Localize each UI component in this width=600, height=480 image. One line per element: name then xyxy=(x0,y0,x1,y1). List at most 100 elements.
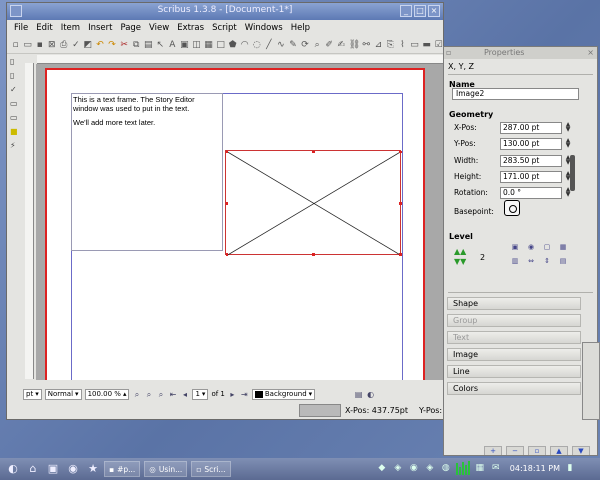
unlink-frames-icon[interactable]: ⚯ xyxy=(362,40,371,50)
vertical-ruler[interactable] xyxy=(25,63,34,379)
menu-help[interactable]: Help xyxy=(290,23,311,33)
table-icon[interactable]: ▦ xyxy=(204,40,213,50)
browser-icon[interactable]: ◉ xyxy=(66,462,80,476)
menu-item[interactable]: Item xyxy=(60,23,81,33)
link-icon[interactable]: ⚡ xyxy=(10,141,19,150)
rotate-icon[interactable]: ⟳ xyxy=(301,40,310,50)
lock-icon[interactable]: ▣ xyxy=(510,242,520,252)
page-icon[interactable]: ▫ xyxy=(528,446,546,455)
close-doc-icon[interactable]: ⊠ xyxy=(47,40,56,50)
tray-icon-1[interactable]: ◆ xyxy=(376,461,388,475)
document-page[interactable]: This is a text frame. The Story Editor w… xyxy=(45,68,425,380)
page-number-select[interactable]: 1 ▾ xyxy=(192,388,209,400)
terminal-icon[interactable]: ▣ xyxy=(46,462,60,476)
background-window[interactable] xyxy=(582,342,600,420)
mail-icon[interactable]: ✉ xyxy=(490,461,502,475)
rotation-spinner[interactable]: ▲ ▼ xyxy=(564,187,572,199)
size-lock-icon[interactable]: ▥ xyxy=(510,256,520,266)
pdf-checkbox-icon[interactable]: ☑ xyxy=(434,40,443,50)
edit-text-icon[interactable]: ✍ xyxy=(337,40,346,50)
grid-icon[interactable]: ▦ xyxy=(558,242,568,252)
horizontal-ruler[interactable] xyxy=(37,55,443,64)
pdf-text-field-icon[interactable]: ▬ xyxy=(422,40,431,50)
document-canvas[interactable]: This is a text frame. The Story Editor w… xyxy=(36,64,443,380)
pdf-export-icon[interactable]: ◩ xyxy=(83,40,93,50)
task-button-1[interactable]: ▪ #p... xyxy=(104,461,141,477)
tab-xyz[interactable]: X, Y, Z xyxy=(448,62,474,71)
text-frame-icon[interactable]: A xyxy=(168,40,177,50)
unit-select[interactable]: pt ▾ xyxy=(23,388,42,400)
undo-icon[interactable]: ↶ xyxy=(95,40,104,50)
zoom-in-icon[interactable]: ⌕ xyxy=(156,390,165,399)
ypos-input[interactable]: 130.00 pt xyxy=(500,138,562,150)
menu-file[interactable]: File xyxy=(13,23,29,33)
measure-icon[interactable]: ⊿ xyxy=(374,40,383,50)
bezier-icon[interactable]: ∿ xyxy=(276,40,285,50)
tray-icon-2[interactable]: ◈ xyxy=(392,461,404,475)
rotation-input[interactable]: 0.0 ° xyxy=(500,187,562,199)
flip-horizontal-icon[interactable]: ⇔ xyxy=(526,256,536,266)
copy-properties-icon[interactable]: ⎘ xyxy=(386,40,395,50)
zoom-out-icon[interactable]: ⌕ xyxy=(132,390,141,399)
section-colors[interactable]: Colors xyxy=(447,382,581,395)
menu-script[interactable]: Script xyxy=(211,23,238,33)
new-document-icon[interactable]: ▫ xyxy=(11,40,20,50)
keep-ratio-chain-icon[interactable] xyxy=(570,155,575,191)
task-button-2[interactable]: ◎ Usin... xyxy=(144,461,188,477)
arc-icon[interactable]: ◠ xyxy=(240,40,249,50)
spiral-icon[interactable]: ◌ xyxy=(252,40,261,50)
name-input[interactable]: Image2 xyxy=(452,88,579,100)
network-icon[interactable]: ▦ xyxy=(474,461,486,475)
zoom-100-icon[interactable]: ⌕ xyxy=(144,390,153,399)
zoom-field[interactable]: 100.00 % ▴ xyxy=(84,388,130,400)
palette-close-icon[interactable]: × xyxy=(587,47,594,59)
freehand-icon[interactable]: ✎ xyxy=(288,40,297,50)
select-icon[interactable]: ↖ xyxy=(156,40,165,50)
checkmark-icon[interactable]: ✓ xyxy=(10,85,19,94)
menu-insert[interactable]: Insert xyxy=(87,23,113,33)
link-frames-icon[interactable]: ⛓ xyxy=(349,40,360,50)
note-icon[interactable]: ■ xyxy=(10,127,19,136)
basepoint-icon[interactable] xyxy=(504,200,520,216)
frame-icon[interactable]: ▢ xyxy=(542,242,552,252)
clock[interactable]: 04:18:11 PM xyxy=(510,464,560,473)
home-icon[interactable]: ⌂ xyxy=(26,462,40,476)
zoom-icon[interactable]: ⌕ xyxy=(313,40,322,50)
image-frame-selected[interactable] xyxy=(225,150,402,256)
menu-view[interactable]: View xyxy=(148,23,170,33)
start-menu-icon[interactable]: ◐ xyxy=(6,462,20,476)
menu-edit[interactable]: Edit xyxy=(35,23,53,33)
preflight-icon[interactable]: ✓ xyxy=(71,40,80,50)
battery-icon[interactable]: ▮ xyxy=(564,461,576,475)
section-group[interactable]: Group xyxy=(447,314,581,327)
ypos-spinner[interactable]: ▲ ▼ xyxy=(564,138,572,150)
print-icon[interactable]: ⎙ xyxy=(59,40,68,50)
section-text[interactable]: Text xyxy=(447,331,581,344)
palette-menu-icon[interactable]: ▫ xyxy=(446,48,451,57)
level-arrows-icon[interactable]: ▲▲ ▼▼ xyxy=(454,247,478,269)
cpu-monitor-icon[interactable] xyxy=(455,461,470,475)
close-button[interactable]: × xyxy=(428,5,440,17)
width-input[interactable]: 283.50 pt xyxy=(500,155,562,167)
next-page-icon[interactable]: ▸ xyxy=(228,390,237,399)
section-shape[interactable]: Shape xyxy=(447,297,581,310)
section-image[interactable]: Image xyxy=(447,348,581,361)
minimize-button[interactable]: _ xyxy=(400,5,412,17)
tray-icon-5[interactable]: ◍ xyxy=(440,461,452,475)
properties-title-bar[interactable]: ▫ Properties × xyxy=(444,47,597,59)
open-icon[interactable]: ▭ xyxy=(23,40,32,50)
redo-icon[interactable]: ↷ xyxy=(108,40,117,50)
preview-icon[interactable]: ▤ xyxy=(354,390,363,399)
layer-select[interactable]: Background ▾ xyxy=(251,388,316,400)
text-frame[interactable]: This is a text frame. The Story Editor w… xyxy=(71,93,223,251)
story-editor-icon[interactable]: ▯ xyxy=(10,57,19,66)
polygon-icon[interactable]: ⬟ xyxy=(228,40,237,50)
color-mode-icon[interactable]: ◐ xyxy=(366,390,375,399)
copy-icon[interactable]: ⧉ xyxy=(132,40,141,50)
save-icon[interactable]: ▪ xyxy=(35,40,44,50)
last-page-icon[interactable]: ⇥ xyxy=(240,390,249,399)
task-button-3[interactable]: ▫ Scri... xyxy=(191,461,231,477)
paste-icon[interactable]: ▤ xyxy=(144,40,153,50)
launcher-icon[interactable]: ★ xyxy=(86,462,100,476)
menu-page[interactable]: Page xyxy=(119,23,142,33)
